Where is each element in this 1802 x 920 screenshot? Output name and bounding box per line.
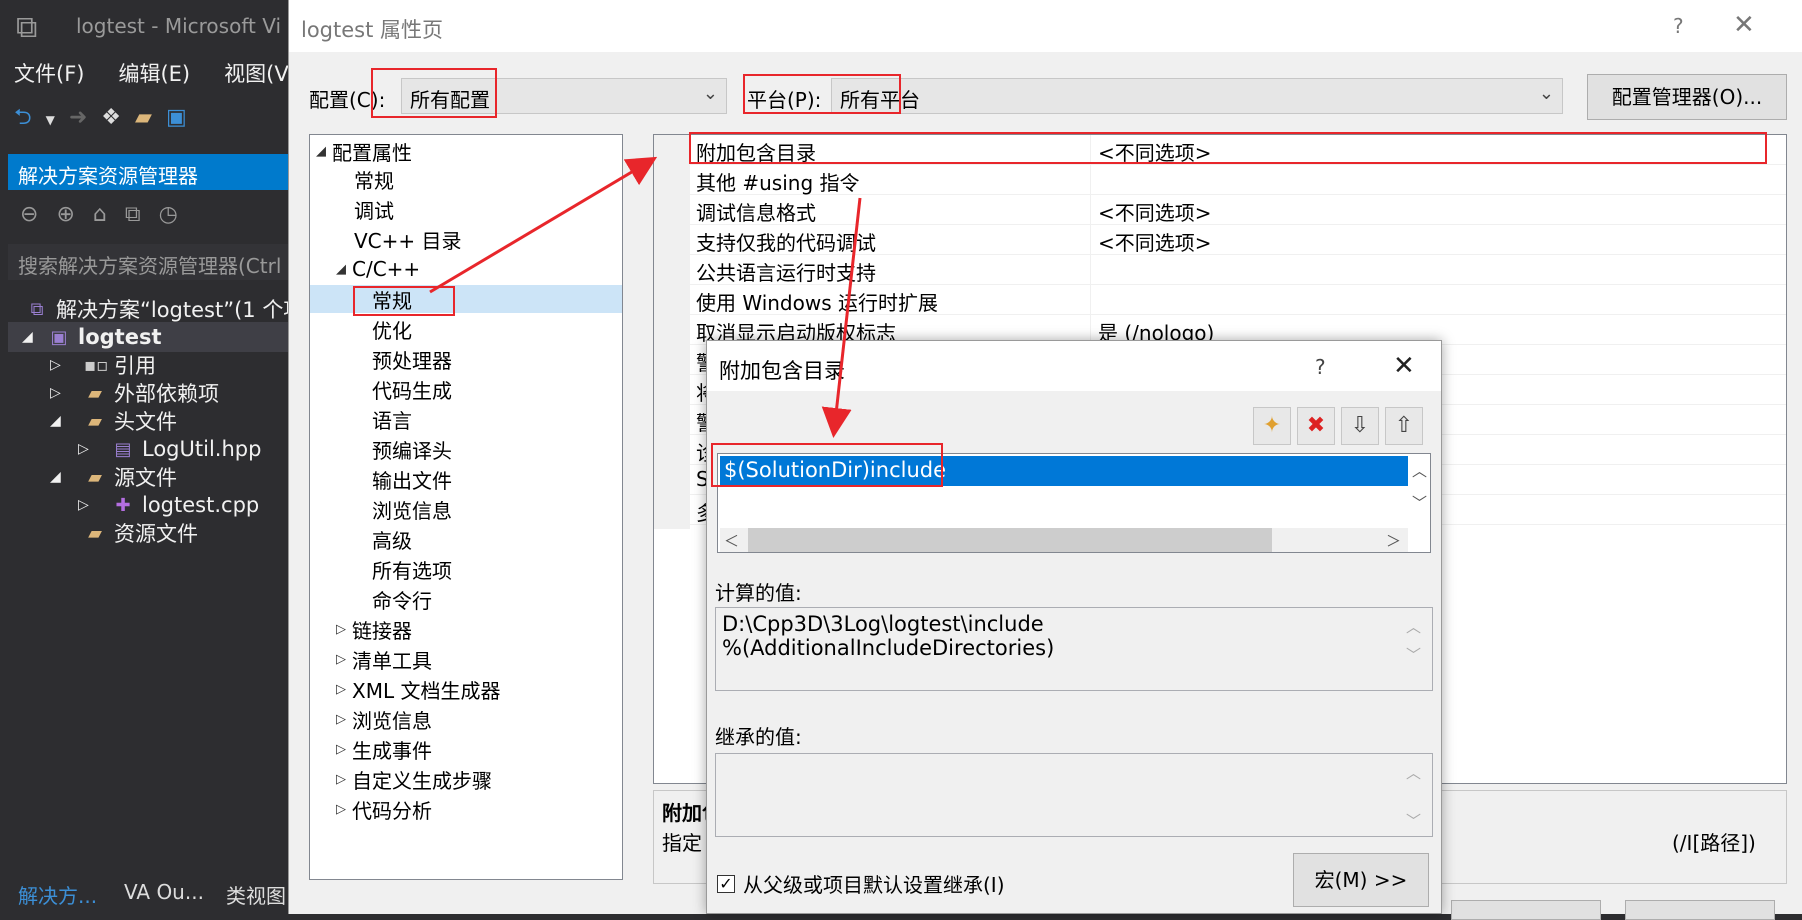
annotation-arrows [429,156,862,438]
arrow-to-list-item [821,197,862,438]
arrow-to-include-row [429,156,658,294]
